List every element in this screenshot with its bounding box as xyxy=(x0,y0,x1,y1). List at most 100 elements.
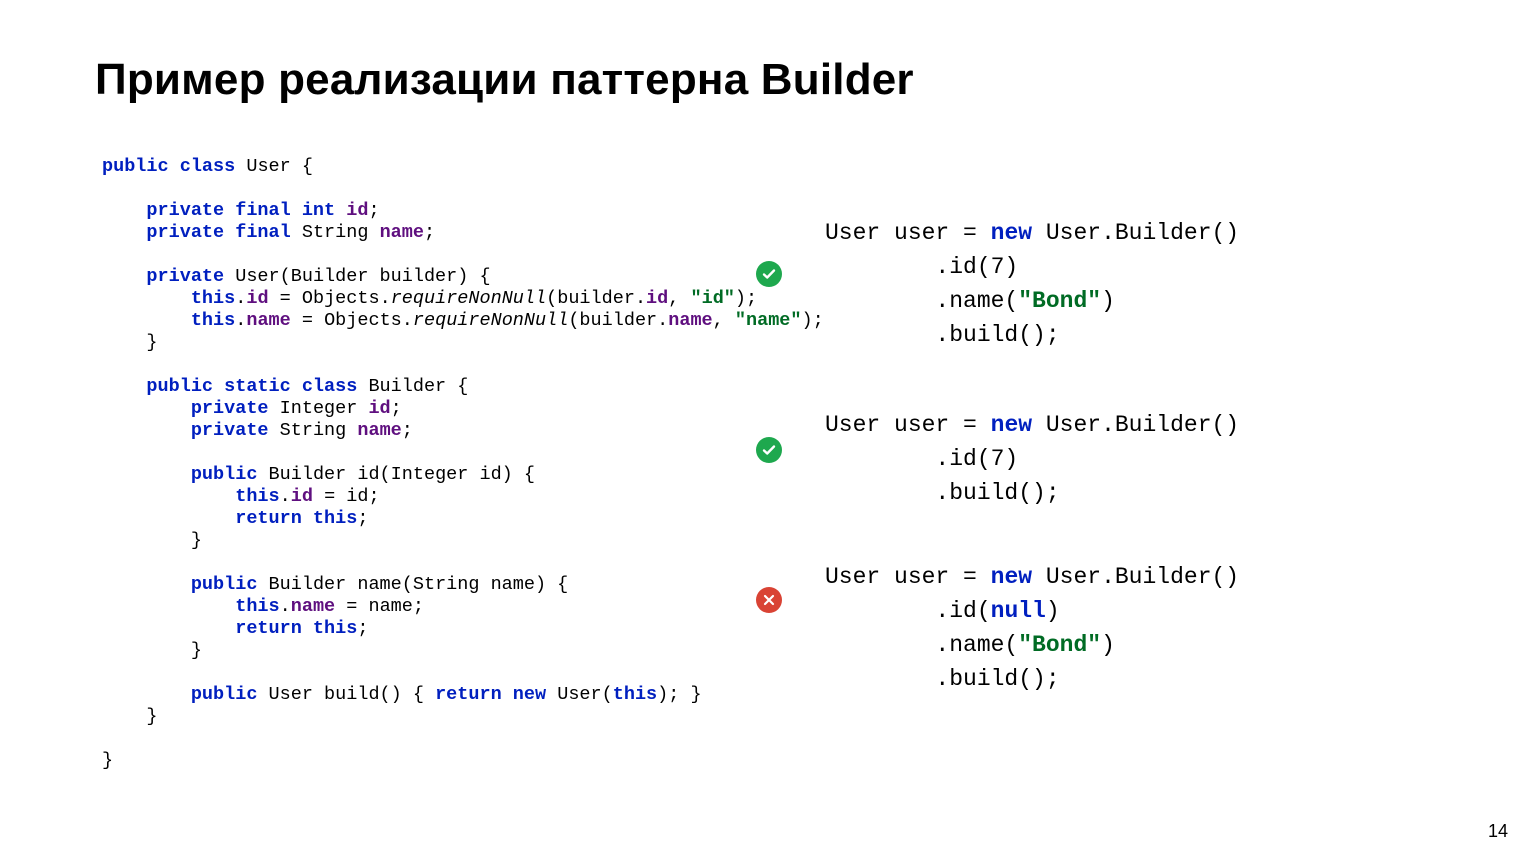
code-token: . xyxy=(280,486,291,507)
code-token: User.Builder() xyxy=(1032,220,1239,246)
code-token: public xyxy=(102,574,257,595)
cross-icon xyxy=(756,587,782,613)
code-token: this xyxy=(102,310,235,331)
code-token: private final int xyxy=(102,200,346,221)
code-token: ; xyxy=(357,508,368,529)
code-token: private final xyxy=(102,222,291,243)
code-token: ); } xyxy=(657,684,701,705)
code-token: User( xyxy=(546,684,613,705)
code-token: User build() { xyxy=(257,684,435,705)
code-token: this xyxy=(613,684,657,705)
code-token: } xyxy=(102,640,202,661)
code-token: User.Builder() xyxy=(1032,412,1239,438)
code-token: (builder. xyxy=(546,288,646,309)
code-token: .id( xyxy=(825,598,991,624)
code-token: User(Builder builder) { xyxy=(224,266,490,287)
slide-title: Пример реализации паттерна Builder xyxy=(95,55,914,105)
code-token: . xyxy=(235,310,246,331)
code-token: (builder. xyxy=(568,310,668,331)
code-token: User.Builder() xyxy=(1032,564,1239,590)
code-token: , xyxy=(713,310,735,331)
code-token: private xyxy=(102,266,224,287)
code-block-left: public class User { private final int id… xyxy=(102,156,824,772)
code-token: name xyxy=(246,310,290,331)
code-token: id xyxy=(291,486,313,507)
code-token: this xyxy=(102,596,280,617)
code-token: ; xyxy=(402,420,413,441)
code-example-1: User user = new User.Builder() .id(7) .n… xyxy=(825,216,1239,352)
code-token: ; xyxy=(368,200,379,221)
code-token: User user = xyxy=(825,564,991,590)
code-token: String xyxy=(291,222,380,243)
code-token: ); xyxy=(735,288,757,309)
code-token: . xyxy=(280,596,291,617)
code-token: requireNonNull xyxy=(413,310,568,331)
page-number: 14 xyxy=(1488,821,1508,842)
code-token: .build(); xyxy=(825,480,1060,506)
code-token: public class xyxy=(102,156,235,177)
code-token: .name( xyxy=(825,632,1018,658)
code-token: name xyxy=(668,310,712,331)
slide: Пример реализации паттерна Builder publi… xyxy=(0,0,1536,864)
code-token: id xyxy=(346,200,368,221)
code-token: ; xyxy=(424,222,435,243)
code-token: , xyxy=(668,288,690,309)
code-token: Builder name(String name) { xyxy=(257,574,568,595)
code-token: return this xyxy=(102,618,357,639)
code-token: name xyxy=(291,596,335,617)
code-token: new xyxy=(991,564,1032,590)
code-token: } xyxy=(102,750,113,771)
code-token: } xyxy=(102,530,202,551)
code-token: id xyxy=(646,288,668,309)
code-token: ; xyxy=(357,618,368,639)
code-token: = Objects. xyxy=(269,288,391,309)
code-token: Builder id(Integer id) { xyxy=(257,464,535,485)
code-token: = Objects. xyxy=(291,310,413,331)
code-token: id xyxy=(368,398,390,419)
code-token: .id(7) xyxy=(825,254,1018,280)
code-token: "Bond" xyxy=(1018,632,1101,658)
code-token: String xyxy=(269,420,358,441)
code-token: name xyxy=(357,420,401,441)
code-token: User user = xyxy=(825,220,991,246)
check-icon xyxy=(756,437,782,463)
code-token: "id" xyxy=(690,288,734,309)
code-example-3: User user = new User.Builder() .id(null)… xyxy=(825,560,1239,696)
code-token: ) xyxy=(1101,632,1115,658)
code-token: } xyxy=(102,706,158,727)
code-token: return new xyxy=(435,684,546,705)
code-token: .name( xyxy=(825,288,1018,314)
code-token: "name" xyxy=(735,310,802,331)
code-token: return this xyxy=(102,508,357,529)
code-token: public xyxy=(102,684,257,705)
code-token: requireNonNull xyxy=(391,288,546,309)
code-example-2: User user = new User.Builder() .id(7) .b… xyxy=(825,408,1239,510)
code-token: private xyxy=(102,420,269,441)
code-token: User { xyxy=(235,156,313,177)
code-token: public xyxy=(102,464,257,485)
code-token: ) xyxy=(1101,288,1115,314)
code-token: ); xyxy=(802,310,824,331)
code-token: new xyxy=(991,412,1032,438)
code-token: .build(); xyxy=(825,322,1060,348)
code-token: public static class xyxy=(102,376,357,397)
code-token: new xyxy=(991,220,1032,246)
code-token: this xyxy=(102,486,280,507)
code-token: } xyxy=(102,332,158,353)
code-token: private xyxy=(102,398,269,419)
code-token: this xyxy=(102,288,235,309)
code-token: . xyxy=(235,288,246,309)
code-token: ) xyxy=(1046,598,1060,624)
check-icon xyxy=(756,261,782,287)
code-token: User user = xyxy=(825,412,991,438)
code-token: "Bond" xyxy=(1018,288,1101,314)
code-token: ; xyxy=(391,398,402,419)
code-token: Integer xyxy=(269,398,369,419)
code-token: = name; xyxy=(335,596,424,617)
code-token: null xyxy=(991,598,1046,624)
code-token: id xyxy=(246,288,268,309)
code-token: name xyxy=(380,222,424,243)
code-token: Builder { xyxy=(357,376,468,397)
code-token: .build(); xyxy=(825,666,1060,692)
code-token: .id(7) xyxy=(825,446,1018,472)
